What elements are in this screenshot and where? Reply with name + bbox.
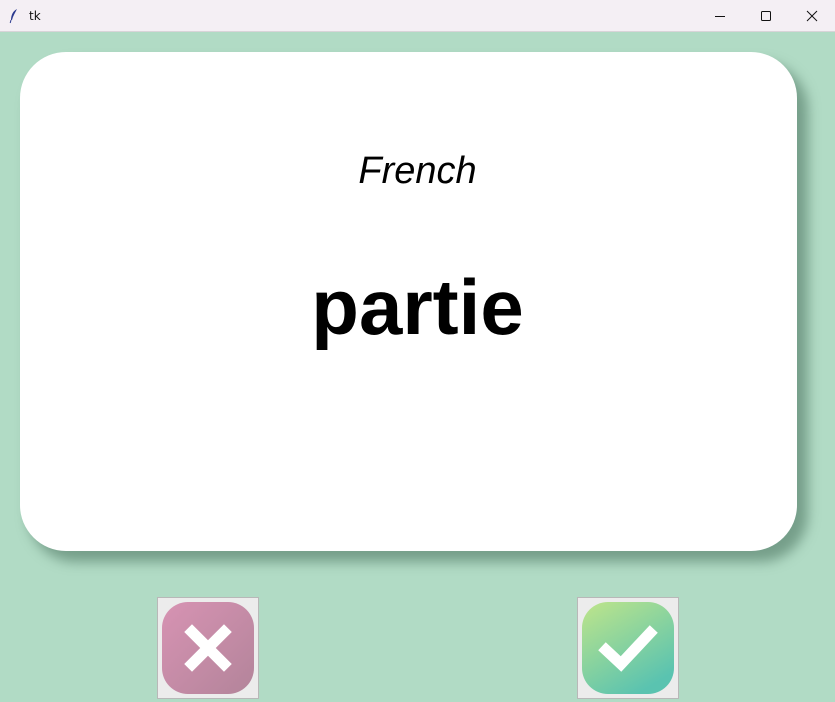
maximize-icon <box>761 10 771 21</box>
maximize-button[interactable] <box>743 0 789 31</box>
minimize-button[interactable] <box>697 0 743 31</box>
close-icon <box>806 10 818 21</box>
minimize-icon <box>715 15 725 17</box>
close-button[interactable] <box>789 0 835 31</box>
window-title: tk <box>29 8 41 23</box>
check-mark-icon <box>582 602 674 694</box>
title-bar: tk <box>0 0 835 32</box>
card-language-label: French <box>358 150 477 192</box>
tk-feather-icon <box>9 8 21 24</box>
wrong-button[interactable] <box>157 597 259 699</box>
card-word: partie <box>311 263 524 351</box>
right-button[interactable] <box>577 597 679 699</box>
x-mark-icon <box>162 602 254 694</box>
